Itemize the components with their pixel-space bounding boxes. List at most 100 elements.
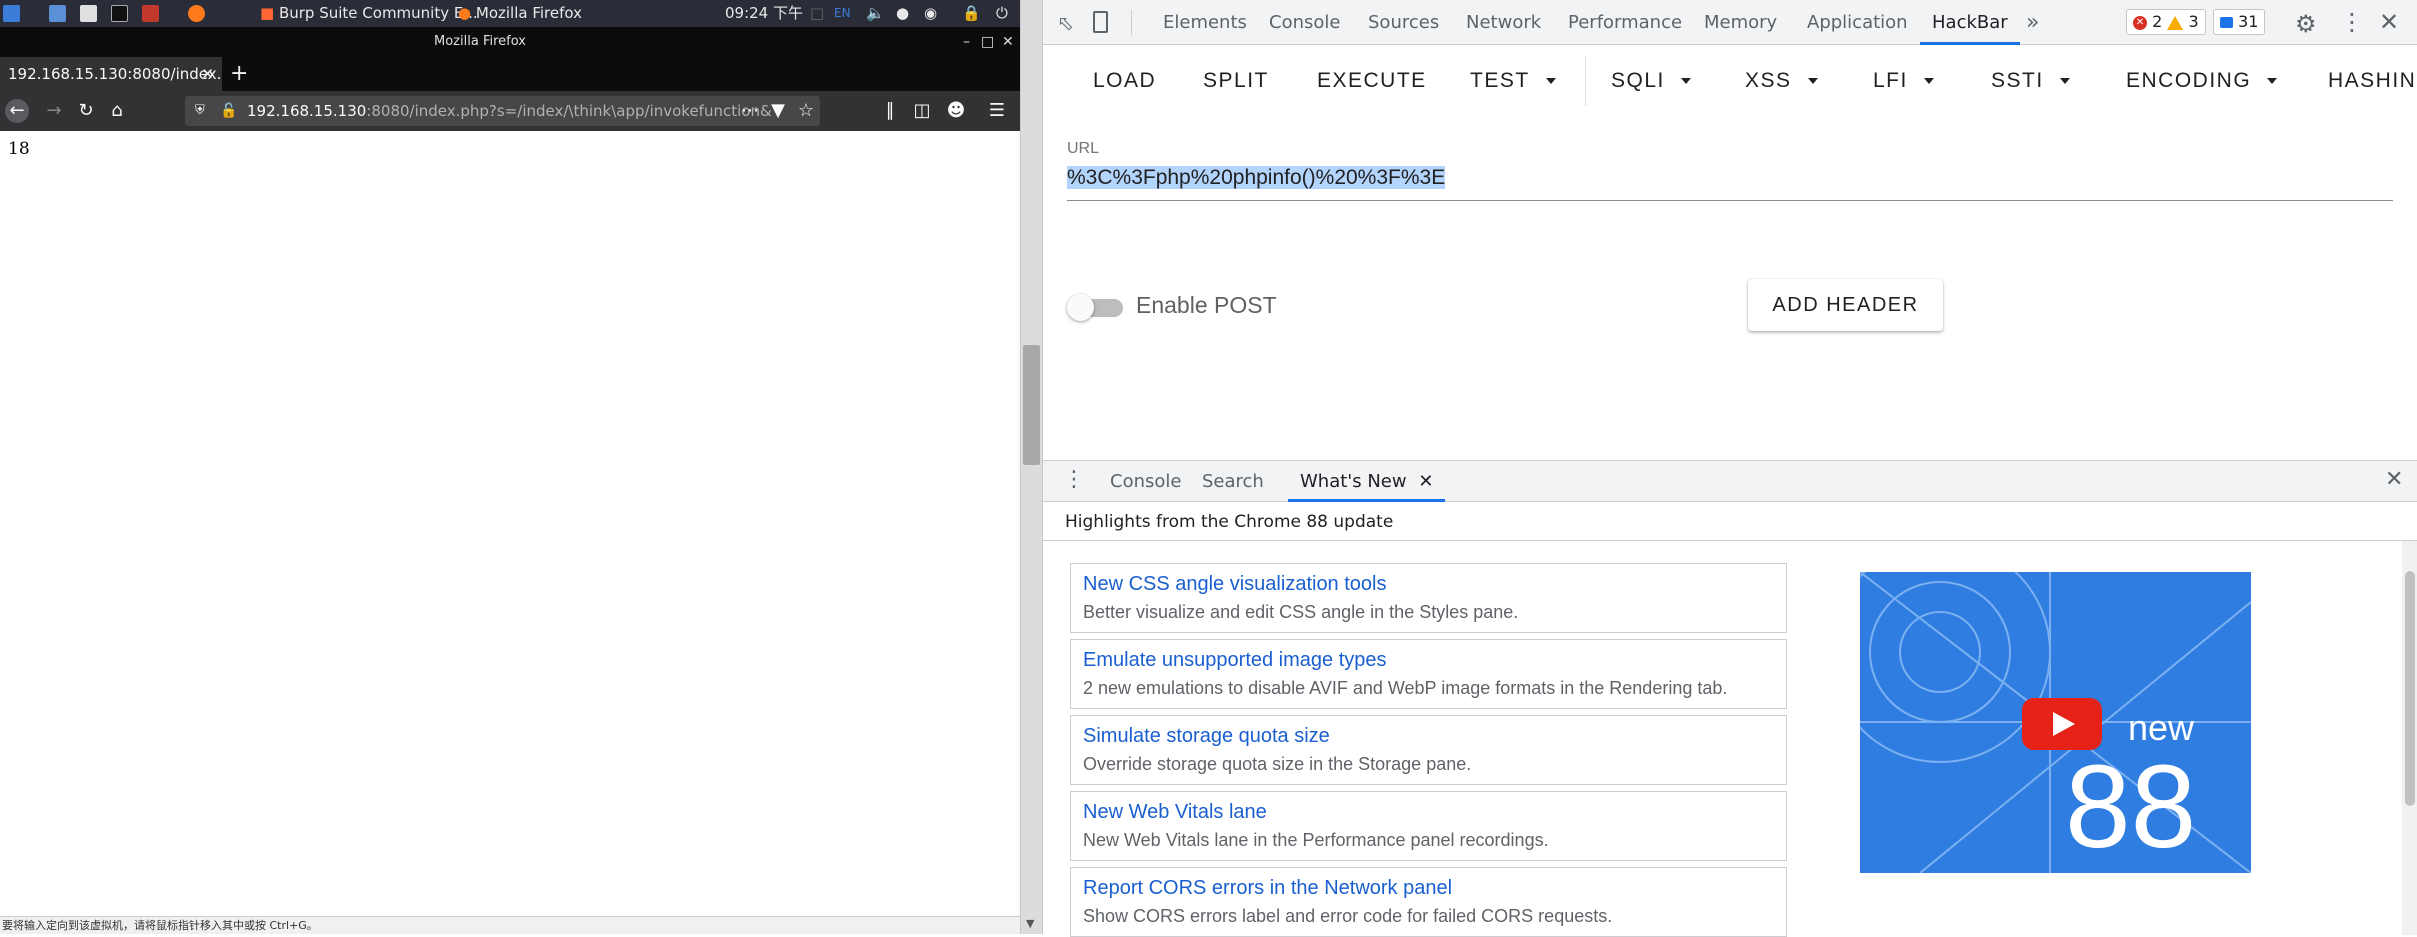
tab-network[interactable]: Network (1466, 0, 1541, 45)
sidebar-icon[interactable]: ◫ (910, 99, 934, 123)
feature-card[interactable]: Report CORS errors in the Network panel … (1070, 867, 1787, 937)
taskbar-burp[interactable]: ■ Burp Suite Community E... (260, 0, 478, 27)
feature-title[interactable]: New Web Vitals lane (1083, 801, 1774, 824)
close-drawer-icon[interactable]: ✕ (2385, 467, 2403, 492)
drawer-scrollbar[interactable] (2402, 541, 2417, 935)
taskbar-firefox[interactable]: ● Mozilla Firefox (458, 0, 582, 27)
new-tab-button[interactable]: + (230, 57, 248, 91)
workspace-icon[interactable] (49, 5, 66, 22)
page-actions-icon[interactable]: ⋯ (738, 99, 762, 123)
lock-icon[interactable]: 🔒 (962, 0, 981, 27)
account-icon[interactable]: ☻ (944, 99, 968, 123)
highlights-heading: Highlights from the Chrome 88 update (1065, 512, 1394, 532)
execute-button[interactable]: EXECUTE (1317, 46, 1427, 116)
split-button[interactable]: SPLIT (1203, 46, 1269, 116)
drawer-menu-icon[interactable]: ⋮ (1063, 467, 1085, 492)
network-icon[interactable]: ◉ (924, 0, 937, 27)
kali-menu-icon[interactable] (3, 5, 20, 22)
chevron-down-icon (2267, 78, 2278, 85)
tab-elements[interactable]: Elements (1163, 0, 1247, 45)
menu-icon[interactable]: ☰ (985, 99, 1009, 123)
ssti-menu-button[interactable]: SSTI (1991, 46, 2070, 116)
feature-title[interactable]: Emulate unsupported image types (1083, 649, 1774, 672)
tab-hackbar[interactable]: HackBar (1920, 0, 2020, 45)
vm-scrollbar[interactable]: ▼ (1020, 0, 1043, 934)
volume-icon[interactable]: 🔈 (866, 0, 885, 27)
chrome-88-graphic: new 88 (1860, 572, 2251, 873)
close-devtools-icon[interactable]: ✕ (2379, 8, 2399, 36)
feature-card[interactable]: Simulate storage quota size Override sto… (1070, 715, 1787, 785)
tab-performance[interactable]: Performance (1568, 0, 1682, 45)
power-icon[interactable]: ⏻ (996, 0, 1008, 27)
forward-button[interactable]: → (42, 99, 66, 123)
hackbar-toolbar: LOAD SPLIT EXECUTE TEST SQLI XSS LFI SST… (1043, 46, 2417, 116)
firefox-launcher-icon[interactable] (188, 5, 205, 22)
add-header-button[interactable]: ADD HEADER (1748, 279, 1943, 331)
feature-desc: 2 new emulations to disable AVIF and Web… (1083, 678, 1728, 698)
sqli-menu-button[interactable]: SQLI (1611, 46, 1691, 116)
chevron-down-icon (1545, 78, 1556, 85)
burp-icon: ■ (260, 4, 275, 22)
library-icon[interactable]: ∥ (878, 99, 902, 123)
devtools-panel: ⬁ Elements Console Sources Network Perfo… (1043, 0, 2417, 937)
feature-card[interactable]: Emulate unsupported image types 2 new em… (1070, 639, 1787, 709)
tab-console[interactable]: Console (1269, 0, 1340, 45)
inspect-element-icon[interactable]: ⬁ (1057, 11, 1074, 35)
whats-new-video-thumbnail[interactable]: new 88 (1860, 572, 2251, 873)
issues-counter[interactable]: ✕ 2 3 (2126, 9, 2206, 35)
drawer-tab-search[interactable]: Search (1190, 461, 1276, 502)
minimize-button[interactable]: – (963, 27, 970, 57)
feature-title[interactable]: New CSS angle visualization tools (1083, 573, 1774, 596)
browser-tab[interactable]: 192.168.15.130:8080/index.p ✕ (0, 57, 222, 91)
feature-title[interactable]: Report CORS errors in the Network panel (1083, 877, 1774, 900)
hashing-menu-button[interactable]: HASHIN (2328, 46, 2416, 116)
url-input-value: %3C%3Fphp%20phpinfo()%20%3F%3E (1067, 166, 1446, 189)
close-window-button[interactable]: ✕ (1002, 27, 1014, 57)
tab-application[interactable]: Application (1807, 0, 1908, 45)
vm-scrollbar-thumb[interactable] (1023, 345, 1040, 465)
feature-card[interactable]: New Web Vitals lane New Web Vitals lane … (1070, 791, 1787, 861)
url-path: :8080/index.php?s=/index/\think\app/invo… (366, 102, 772, 120)
close-tab-icon[interactable]: ✕ (201, 57, 214, 91)
test-menu-button[interactable]: TEST (1470, 46, 1556, 116)
lfi-menu-button[interactable]: LFI (1873, 46, 1934, 116)
terminal-icon[interactable] (111, 5, 128, 22)
encoding-menu-button[interactable]: ENCODING (2126, 46, 2278, 116)
drawer-scrollbar-thumb[interactable] (2405, 571, 2415, 806)
device-toolbar-icon[interactable] (1093, 11, 1108, 33)
tab-sources[interactable]: Sources (1368, 0, 1439, 45)
shield-icon[interactable]: ⛨ (195, 96, 205, 126)
more-options-icon[interactable]: ⋮ (2340, 8, 2364, 36)
pocket-icon[interactable]: ▼ (766, 99, 790, 123)
lang-indicator[interactable]: EN (834, 0, 851, 27)
scroll-down-arrow-icon[interactable]: ▼ (1026, 917, 1034, 930)
reload-button[interactable]: ↻ (74, 99, 98, 123)
maximize-button[interactable]: □ (981, 27, 994, 57)
more-tabs-button[interactable]: » (2026, 0, 2039, 45)
url-host: 192.168.15.130 (247, 102, 367, 120)
url-input[interactable]: %3C%3Fphp%20phpinfo()%20%3F%3E (1067, 166, 2393, 201)
close-tab-icon[interactable]: ✕ (1418, 471, 1433, 492)
url-field-label: URL (1067, 140, 1100, 157)
message-icon (2220, 17, 2233, 28)
drawer-tab-whats-new[interactable]: What's New ✕ (1288, 461, 1446, 502)
enable-post-label: Enable POST (1136, 292, 1277, 318)
home-button[interactable]: ⌂ (105, 99, 129, 123)
enable-post-toggle[interactable] (1067, 293, 1125, 321)
warning-count: 3 (2188, 12, 2199, 31)
xss-menu-button[interactable]: XSS (1745, 46, 1818, 116)
tab-memory[interactable]: Memory (1704, 0, 1777, 45)
back-button[interactable]: ← (5, 99, 29, 123)
drawer-tab-console[interactable]: Console (1098, 461, 1193, 502)
url-bar[interactable]: ⛨ 🔓 192.168.15.130:8080/index.php?s=/ind… (185, 96, 820, 126)
feature-card[interactable]: New CSS angle visualization tools Better… (1070, 563, 1787, 633)
feature-title[interactable]: Simulate storage quota size (1083, 725, 1774, 748)
app-icon[interactable] (142, 5, 159, 22)
notification-icon[interactable]: ● (896, 0, 909, 27)
settings-gear-icon[interactable]: ⚙ (2295, 10, 2317, 38)
insecure-lock-icon[interactable]: 🔓 (220, 96, 237, 126)
file-manager-icon[interactable] (80, 5, 97, 22)
bookmark-star-icon[interactable]: ☆ (794, 99, 818, 123)
load-button[interactable]: LOAD (1093, 46, 1156, 116)
messages-counter[interactable]: 31 (2213, 9, 2266, 35)
